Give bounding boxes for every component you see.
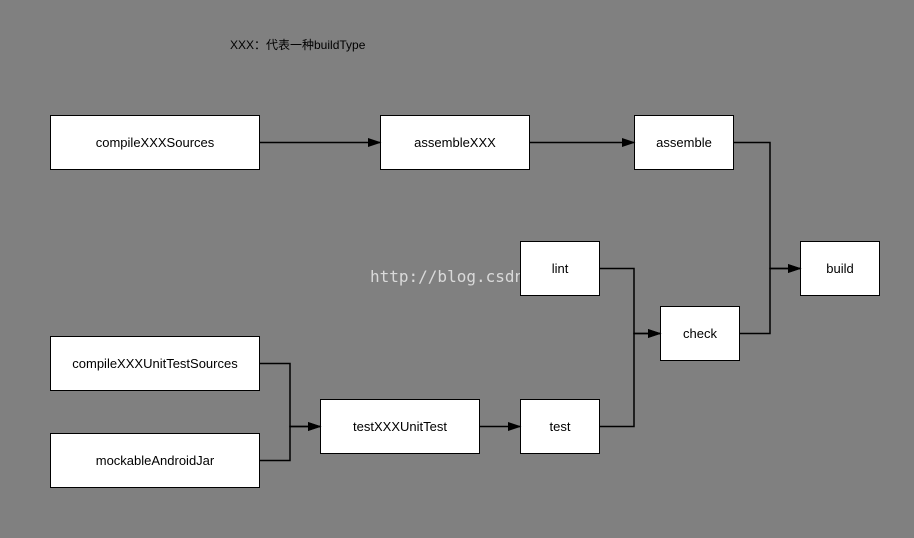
node-build: build — [800, 241, 880, 296]
node-compile-unit-test-sources: compileXXXUnitTestSources — [50, 336, 260, 391]
edge-mockableJar-to-testUnitTest — [260, 427, 320, 461]
node-mockable-jar: mockableAndroidJar — [50, 433, 260, 488]
node-check: check — [660, 306, 740, 361]
node-label: compileXXXSources — [96, 135, 215, 150]
node-label: check — [683, 326, 717, 341]
node-test-unit-test: testXXXUnitTest — [320, 399, 480, 454]
node-label: build — [826, 261, 853, 276]
node-test: test — [520, 399, 600, 454]
edge-assemble-to-build — [734, 143, 800, 269]
edge-compileUnitTestSources-to-testUnitTest — [260, 364, 320, 427]
node-assemble: assemble — [634, 115, 734, 170]
node-label: assemble — [656, 135, 712, 150]
diagram-caption: XXX：代表一种buildType — [230, 36, 365, 53]
node-lint: lint — [520, 241, 600, 296]
node-label: lint — [552, 261, 569, 276]
node-label: test — [550, 419, 571, 434]
node-compile-sources: compileXXXSources — [50, 115, 260, 170]
node-assemble-xxx: assembleXXX — [380, 115, 530, 170]
node-label: assembleXXX — [414, 135, 496, 150]
edge-check-to-build — [740, 269, 800, 334]
node-label: mockableAndroidJar — [96, 453, 215, 468]
node-label: compileXXXUnitTestSources — [72, 356, 237, 371]
node-label: testXXXUnitTest — [353, 419, 447, 434]
edge-test-to-check — [600, 334, 660, 427]
edge-lint-to-check — [600, 269, 660, 334]
